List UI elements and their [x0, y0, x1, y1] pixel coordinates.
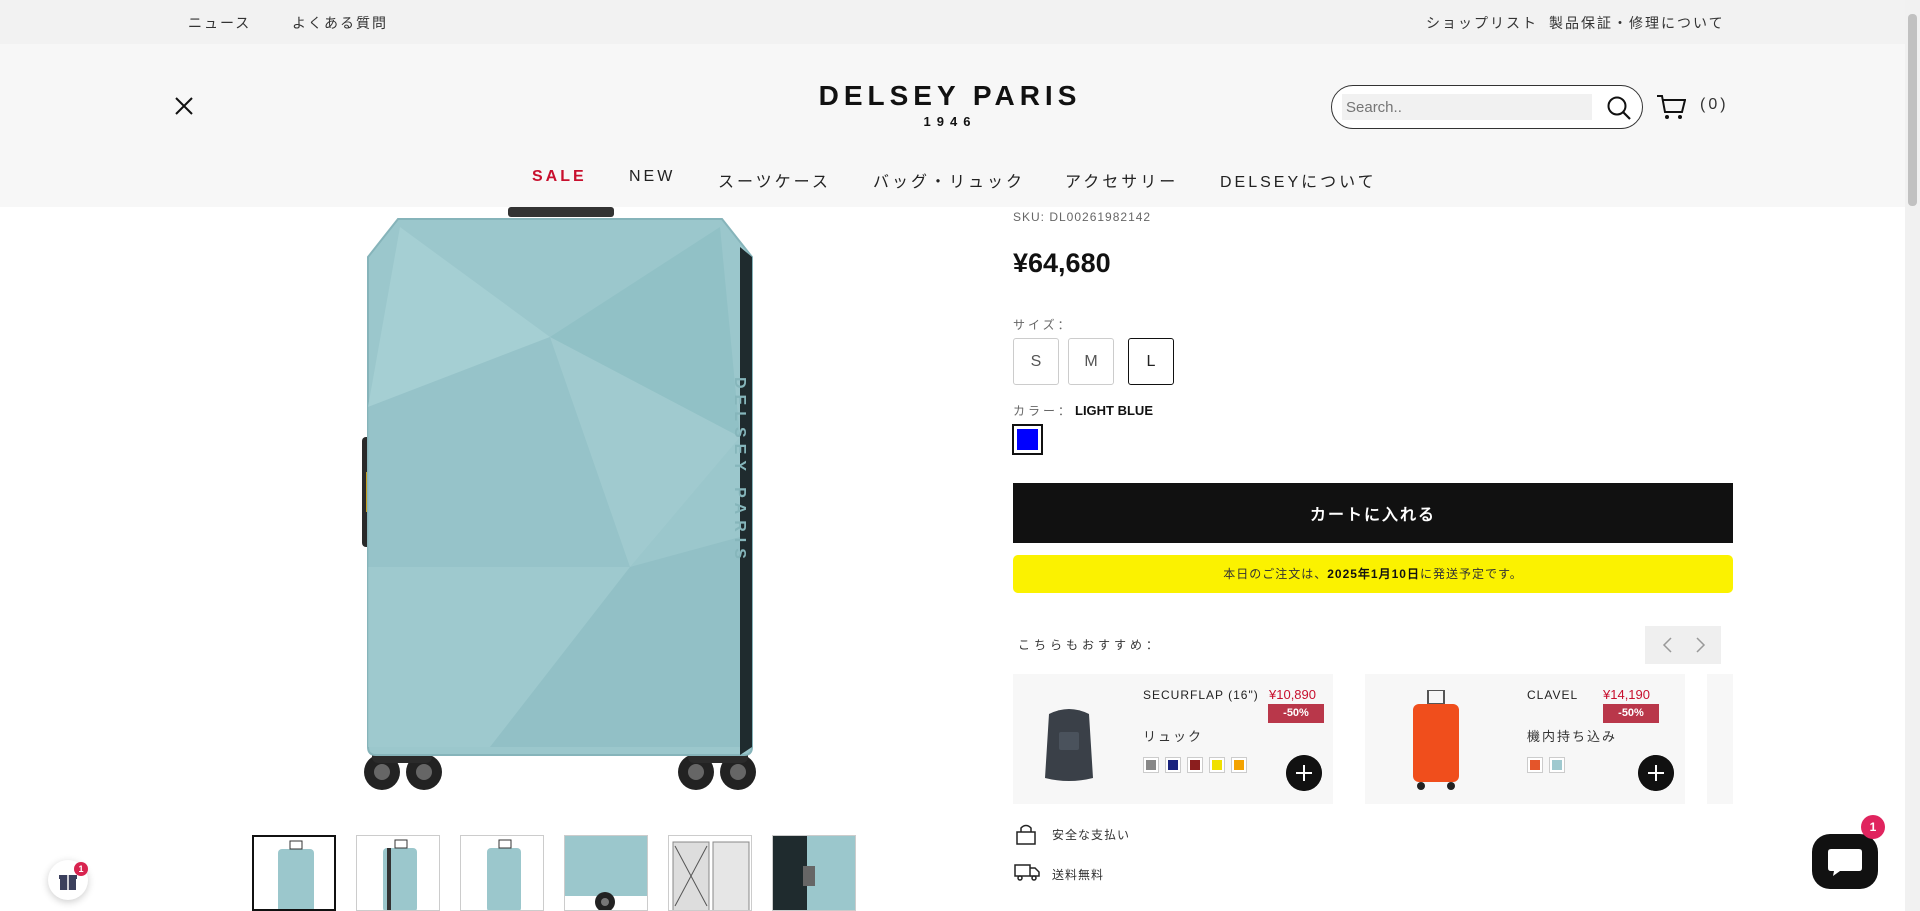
logo[interactable]: DELSEY PARIS 1946	[805, 80, 1095, 129]
recommend-category: 機内持ち込み	[1527, 729, 1618, 744]
size-option-l[interactable]: L	[1128, 338, 1174, 385]
plus-icon[interactable]	[1638, 755, 1674, 791]
nav-item-accessories[interactable]: アクセサリー	[1065, 168, 1178, 192]
recommend-price: ¥14,190	[1603, 687, 1650, 702]
search-icon[interactable]	[1606, 95, 1632, 121]
suitcase-image	[1413, 690, 1459, 790]
color-dot-red[interactable]	[1187, 757, 1203, 773]
truck-icon	[1014, 864, 1040, 881]
nav-item-bags[interactable]: バッグ・リュック	[873, 168, 1025, 192]
nav-item-new[interactable]: NEW	[629, 168, 675, 186]
color-dot-orange[interactable]	[1527, 757, 1543, 773]
shipping-note-pre: 本日のご注文は、	[1223, 567, 1328, 581]
recommend-card-partial[interactable]	[1707, 674, 1733, 804]
thumbnail-wheel-detail[interactable]	[564, 835, 648, 911]
scrollbar[interactable]	[1905, 0, 1920, 911]
chat-badge: 1	[1861, 815, 1885, 839]
recommend-card-clavel[interactable]: CLAVEL ¥14,190 -50% 機内持ち込み	[1365, 674, 1685, 804]
site-header: DELSEY PARIS 1946 (0) SALE NEW スーツケース バッ…	[0, 44, 1905, 207]
color-swatch-light-blue[interactable]	[1012, 424, 1043, 455]
thumbnail-front[interactable]	[252, 835, 336, 911]
product-price: ¥64,680	[1013, 248, 1111, 278]
thumbnail-angle[interactable]	[356, 835, 440, 911]
shipping-note: 本日のご注文は、2025年1月10日に発送予定です。	[1013, 555, 1733, 593]
recommend-price: ¥10,890	[1269, 687, 1316, 702]
utility-link-warranty[interactable]: 製品保証・修理について	[1549, 13, 1725, 33]
color-dot-light-blue[interactable]	[1549, 757, 1565, 773]
color-value: LIGHT BLUE	[1075, 403, 1153, 418]
recommend-name: SECURFLAP (16")	[1143, 688, 1259, 702]
recommend-category: リュック	[1143, 729, 1204, 744]
product-image[interactable]: DELSEY PARIS	[340, 207, 780, 807]
color-dot-orange[interactable]	[1231, 757, 1247, 773]
logo-wordmark: DELSEY PARIS	[818, 80, 1082, 111]
shipping-note-post: に発送予定です。	[1419, 567, 1523, 581]
svg-text:DELSEY PARIS: DELSEY PARIS	[731, 377, 748, 565]
chevron-right-icon[interactable]	[1691, 636, 1709, 654]
discount-badge: -50%	[1603, 704, 1659, 723]
cart-count[interactable]: (0)	[1700, 96, 1729, 114]
free-shipping-text: 送料無料	[1052, 868, 1105, 882]
close-icon[interactable]	[172, 94, 196, 118]
utility-link-shop-list[interactable]: ショップリスト	[1426, 13, 1538, 33]
chat-icon	[1828, 849, 1862, 876]
color-dot-navy[interactable]	[1165, 757, 1181, 773]
shipping-note-date: 2025年1月10日	[1327, 567, 1420, 581]
thumbnail-lock-detail[interactable]	[772, 835, 856, 911]
scrollbar-thumb[interactable]	[1908, 14, 1917, 206]
recommend-label: こちらもおすすめ：	[1018, 638, 1163, 652]
nav-item-suitcase[interactable]: スーツケース	[718, 168, 831, 192]
product-sku: SKU: DL00261982142	[1013, 210, 1152, 224]
logo-year: 1946	[923, 114, 977, 129]
main-nav: SALE NEW スーツケース バッグ・リュック アクセサリー DELSEYにつ…	[0, 168, 1905, 198]
add-to-cart-button[interactable]: カートに入れる	[1013, 483, 1733, 543]
thumbnail-side[interactable]	[460, 835, 544, 911]
secure-payment-text: 安全な支払い	[1052, 828, 1131, 842]
nav-item-sale[interactable]: SALE	[532, 168, 587, 186]
nav-item-about[interactable]: DELSEYについて	[1220, 168, 1377, 192]
size-option-s[interactable]: S	[1013, 338, 1059, 385]
utility-bar: ニュース よくある質問 ショップリスト 製品保証・修理について	[0, 0, 1905, 44]
utility-link-faq[interactable]: よくある質問	[292, 13, 388, 33]
search-input[interactable]	[1342, 94, 1592, 120]
backpack-image	[1045, 709, 1093, 781]
cart-icon[interactable]	[1656, 93, 1686, 121]
thumbnail-interior[interactable]	[668, 835, 752, 911]
plus-icon[interactable]	[1286, 755, 1322, 791]
gift-badge: 1	[74, 862, 88, 876]
recommend-card-securflap[interactable]: SECURFLAP (16") ¥10,890 -50% リュック	[1013, 674, 1333, 804]
color-dot-yellow[interactable]	[1209, 757, 1225, 773]
chevron-left-icon[interactable]	[1659, 636, 1677, 654]
size-option-m[interactable]: M	[1068, 338, 1114, 385]
chat-button[interactable]	[1812, 834, 1878, 889]
recommend-nav	[1645, 626, 1721, 664]
lock-icon	[1016, 824, 1036, 845]
search-box	[1331, 85, 1643, 129]
size-label: サイズ：	[1013, 318, 1073, 332]
discount-badge: -50%	[1268, 704, 1324, 723]
utility-link-news[interactable]: ニュース	[188, 13, 251, 33]
color-dot-gray[interactable]	[1143, 757, 1159, 773]
recommend-name: CLAVEL	[1527, 688, 1579, 702]
color-label: カラー：	[1013, 404, 1074, 418]
